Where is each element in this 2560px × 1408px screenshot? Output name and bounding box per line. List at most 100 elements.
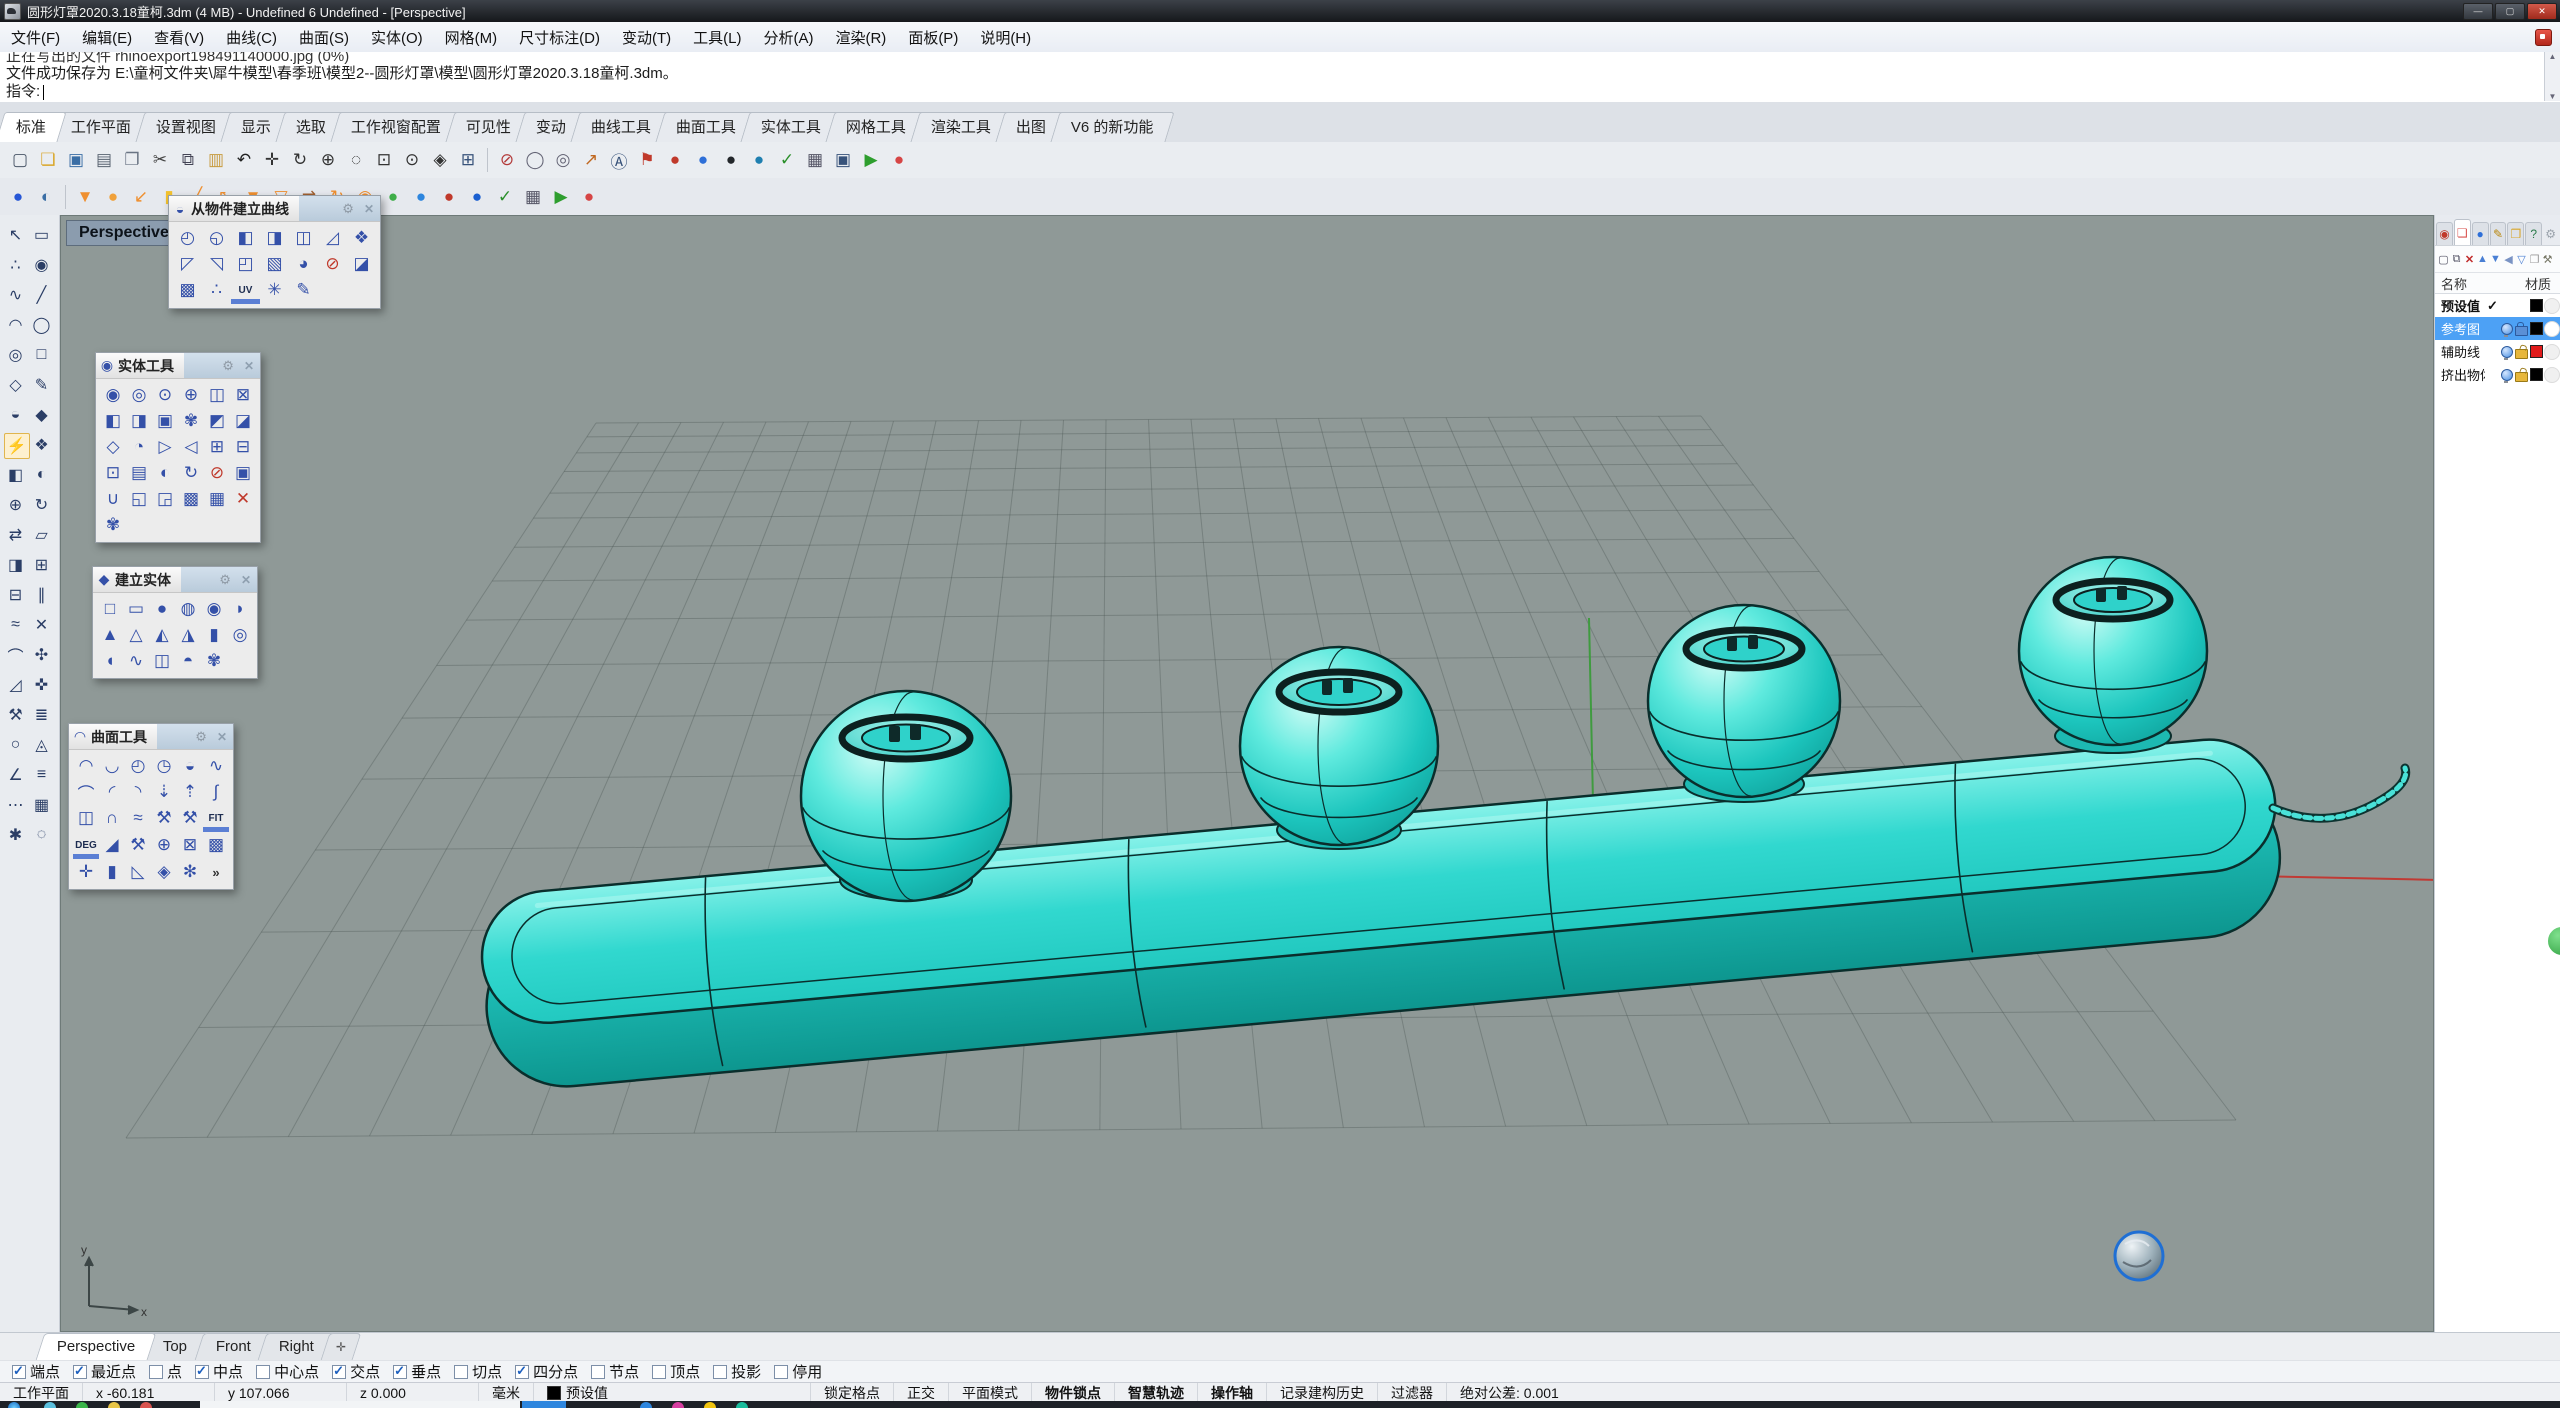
select-point-icon[interactable]: ● bbox=[100, 184, 126, 210]
scroll-down-icon[interactable]: ▼ bbox=[2549, 92, 2557, 101]
ball-blue-icon[interactable]: ● bbox=[690, 147, 716, 173]
scroll-up-icon[interactable]: ▲ bbox=[2549, 52, 2557, 61]
layer-material-circle[interactable] bbox=[2544, 321, 2560, 337]
pal-solid-tool-icon[interactable]: ◎ bbox=[126, 382, 152, 408]
sidebar-explode-icon[interactable]: ⚡ bbox=[4, 433, 30, 459]
pal-curves-tool-icon[interactable]: ◰ bbox=[231, 251, 260, 277]
sidebar-hide-icon[interactable]: ○ bbox=[4, 733, 28, 757]
pal-solid-tool-icon[interactable]: ◫ bbox=[204, 382, 230, 408]
osnap-四分点[interactable]: 四分点 bbox=[515, 1361, 578, 1382]
display-tab-icon[interactable]: ● bbox=[2472, 222, 2489, 245]
notes-tab-icon[interactable]: ✎ bbox=[2490, 222, 2507, 245]
print-icon[interactable]: ▤ bbox=[91, 147, 117, 173]
taskbar-icon[interactable] bbox=[44, 1402, 56, 1408]
record-2-icon[interactable]: ● bbox=[576, 184, 602, 210]
pal-curves-tool-icon[interactable]: ◿ bbox=[318, 225, 347, 251]
pal-surface-tool-icon[interactable]: ◷ bbox=[151, 753, 177, 779]
ribbon-tab-工作视窗配置[interactable]: 工作视窗配置 bbox=[330, 112, 461, 142]
menu-7[interactable]: 网格(M) bbox=[434, 24, 509, 51]
pal-create-title[interactable]: 建立实体 bbox=[115, 567, 181, 592]
maximize-button[interactable]: ▢ bbox=[2495, 3, 2525, 20]
layer-tools-icon[interactable]: ⚒ bbox=[2541, 249, 2554, 269]
status-cell-3[interactable]: y 107.066 bbox=[215, 1383, 347, 1402]
sidebar-mirror-icon[interactable]: ⇄ bbox=[4, 523, 28, 547]
sidebar-polygon-icon[interactable]: ◇ bbox=[4, 373, 28, 397]
pal-solid-tool-icon[interactable]: ▣ bbox=[152, 408, 178, 434]
flag-icon[interactable]: ⚑ bbox=[634, 147, 660, 173]
no-draw-icon[interactable]: ⊘ bbox=[494, 147, 520, 173]
ball-red-icon[interactable]: ● bbox=[662, 147, 688, 173]
pal-create-tool-icon[interactable]: ◫ bbox=[149, 648, 175, 674]
delete-layer-icon[interactable]: ✕ bbox=[2463, 249, 2476, 269]
menu-right-icon[interactable] bbox=[2535, 29, 2552, 46]
sidebar-trim-icon[interactable]: ◨ bbox=[4, 553, 28, 577]
pal-curves-tool-icon[interactable]: ◴ bbox=[173, 225, 202, 251]
pal-solid-tool-icon[interactable]: ◩ bbox=[204, 408, 230, 434]
pal-solid-tool-icon[interactable]: ⊕ bbox=[178, 382, 204, 408]
taskbar-icon[interactable] bbox=[76, 1402, 88, 1408]
pal-solid-tool-icon[interactable]: ◧ bbox=[100, 408, 126, 434]
export-doc-icon[interactable]: ❐ bbox=[119, 147, 145, 173]
layer-name[interactable]: 辅助线 bbox=[2435, 342, 2485, 361]
pal-create-tool-icon[interactable]: ▲ bbox=[97, 622, 123, 648]
status-cell-12[interactable]: 操作轴 bbox=[1198, 1383, 1267, 1402]
pal-solid-tool-icon[interactable]: ◉ bbox=[100, 382, 126, 408]
osnap-交点[interactable]: 交点 bbox=[332, 1361, 380, 1382]
sidebar-rotate-icon[interactable]: ↻ bbox=[30, 493, 54, 517]
osnap-投影[interactable]: 投影 bbox=[713, 1361, 761, 1382]
sidebar-select-rect-icon[interactable]: ▭ bbox=[30, 223, 54, 247]
notify-check-icon[interactable]: ✓ bbox=[774, 147, 800, 173]
pal-surface-tool-icon[interactable]: ◠ bbox=[73, 753, 99, 779]
status-cell-10[interactable]: 物件锁点 bbox=[1032, 1383, 1115, 1402]
status-cell-14[interactable]: 过滤器 bbox=[1378, 1383, 1447, 1402]
pal-solid-tool-icon[interactable]: ◁ bbox=[178, 434, 204, 460]
menu-3[interactable]: 查看(V) bbox=[143, 24, 215, 51]
pal-surface-title[interactable]: 曲面工具 bbox=[91, 724, 157, 749]
pal-curves-tool-icon[interactable]: ◨ bbox=[260, 225, 289, 251]
pal-solid-tool-icon[interactable]: ⊞ bbox=[204, 434, 230, 460]
sidebar-split-icon[interactable]: ⊞ bbox=[30, 553, 54, 577]
ball-black-icon[interactable]: ● bbox=[718, 147, 744, 173]
status-cell-7[interactable]: 锁定格点 bbox=[811, 1383, 894, 1402]
pal-surface-tool-icon[interactable]: ◜ bbox=[99, 779, 125, 805]
pal-surface-tool-icon[interactable]: ⚒ bbox=[125, 832, 151, 858]
zoom-dynamic-icon[interactable]: ◌ bbox=[343, 147, 369, 173]
pal-curves-tool-icon[interactable]: ▧ bbox=[260, 251, 289, 277]
status-cell-4[interactable]: z 0.000 bbox=[347, 1383, 479, 1402]
pal-curves-tool-icon[interactable]: ❖ bbox=[347, 225, 376, 251]
sidebar-more-icon[interactable]: ⋯ bbox=[4, 793, 28, 817]
checkbox-icon[interactable] bbox=[332, 1365, 346, 1379]
sidebar-select-icon[interactable]: ↖ bbox=[4, 223, 28, 247]
sidebar-point-cloud-icon[interactable]: ◉ bbox=[30, 253, 54, 277]
pal-solid-tool-icon[interactable]: ↻ bbox=[178, 460, 204, 486]
zoom-extents-icon[interactable]: ◈ bbox=[427, 147, 453, 173]
layer-color-swatch[interactable] bbox=[2530, 299, 2543, 312]
ellipse-tool-icon[interactable]: ◎ bbox=[550, 147, 576, 173]
taskbar-icon[interactable] bbox=[672, 1402, 684, 1408]
menu-8[interactable]: 尺寸标注(D) bbox=[508, 24, 611, 51]
checkbox-icon[interactable] bbox=[12, 1365, 26, 1379]
sidebar-blend-icon[interactable]: ≈ bbox=[4, 613, 28, 637]
checkbox-icon[interactable] bbox=[591, 1365, 605, 1379]
sidebar-offset-icon[interactable]: ∥ bbox=[30, 583, 54, 607]
play-2-icon[interactable]: ▶ bbox=[548, 184, 574, 210]
pal-surface-tool-icon[interactable]: ⇡ bbox=[177, 779, 203, 805]
pal-surface-tool-icon[interactable]: ◢ bbox=[99, 832, 125, 858]
sidebar-angle-icon[interactable]: ∠ bbox=[4, 763, 28, 787]
osnap-停用[interactable]: 停用 bbox=[774, 1361, 822, 1382]
pal-surface-tool-icon[interactable]: ✻ bbox=[177, 859, 203, 885]
pal-surface-tool-icon[interactable]: ⊕ bbox=[151, 832, 177, 858]
move-arrow-icon[interactable]: ↗ bbox=[578, 147, 604, 173]
windows-taskbar[interactable] bbox=[0, 1401, 2560, 1408]
layer-name[interactable]: 预设值 bbox=[2435, 296, 2485, 315]
pal-surface-tool-icon[interactable]: ∫ bbox=[203, 779, 229, 805]
pal-create-tool-icon[interactable]: ◖ bbox=[97, 648, 123, 674]
pal-surface-tool-icon[interactable]: ▮ bbox=[99, 859, 125, 885]
palette-solid-tools[interactable]: ◉实体工具⚙✕◉◎⊙⊕◫⊠◧◨▣✾◩◪◇◔▷◁⊞⊟⊡▤◐↻⊘▣∪◱◲▩▦✕✾ bbox=[95, 352, 261, 543]
sidebar-move-icon[interactable]: ⊕ bbox=[4, 493, 28, 517]
status-cell-15[interactable]: 绝对公差: 0.001 bbox=[1447, 1383, 2560, 1402]
checkbox-icon[interactable] bbox=[149, 1365, 163, 1379]
sidebar-lock-icon[interactable]: ◬ bbox=[30, 733, 54, 757]
pal-surface-tool-icon[interactable]: ⚒ bbox=[151, 805, 177, 831]
status-cell-9[interactable]: 平面模式 bbox=[949, 1383, 1032, 1402]
